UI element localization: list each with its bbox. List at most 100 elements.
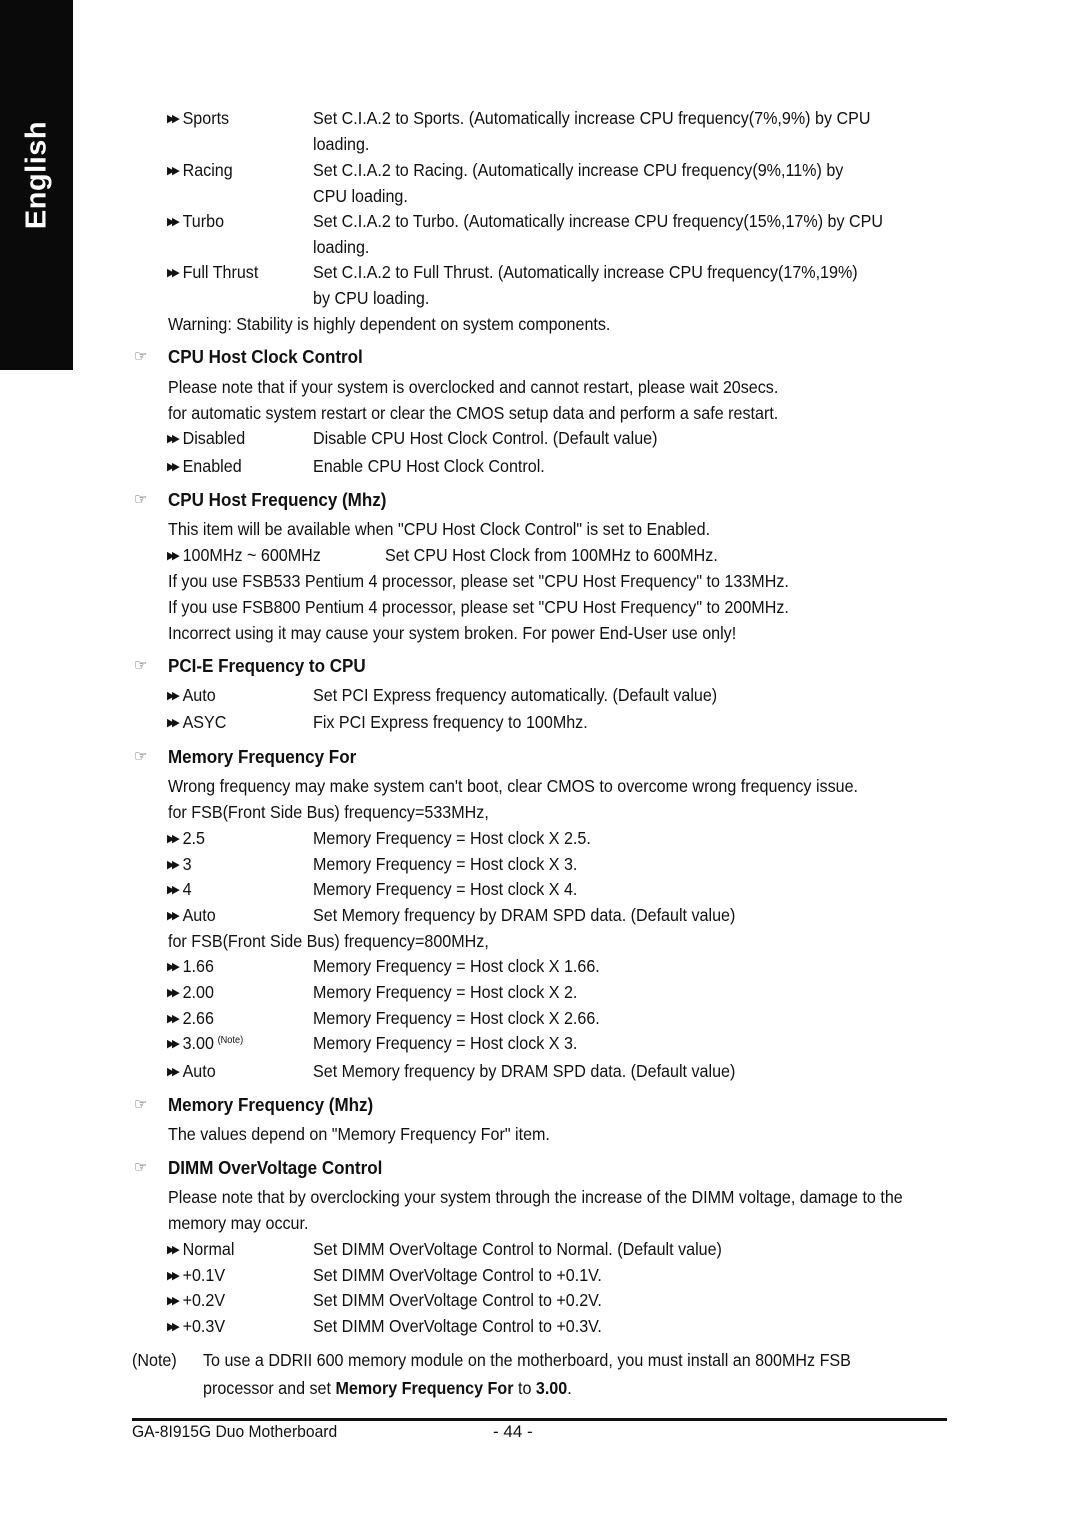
pointing-hand-icon: ☞ xyxy=(134,657,148,674)
pointing-hand-icon: ☞ xyxy=(134,1159,148,1176)
option-description: Set C.I.A.2 to Turbo. (Automatically inc… xyxy=(313,211,884,231)
option-description: Memory Frequency = Host clock X 1.66. xyxy=(313,956,600,976)
double-arrow-icon: ▶▶ xyxy=(167,433,180,445)
option-row: ▶▶ 3.00 (Note) xyxy=(167,1033,243,1054)
pointing-hand-icon: ☞ xyxy=(134,348,148,365)
option-description: Set DIMM OverVoltage Control to Normal. … xyxy=(313,1239,722,1259)
option-description: Set PCI Express frequency automatically.… xyxy=(313,685,718,705)
note-text: processor and set Memory Frequency For t… xyxy=(203,1378,572,1399)
warning-text: Warning: Stability is highly dependent o… xyxy=(168,314,611,334)
double-arrow-icon: ▶▶ xyxy=(167,833,180,845)
fsb-label: for FSB(Front Side Bus) frequency=533MHz… xyxy=(168,802,489,822)
double-arrow-icon: ▶▶ xyxy=(167,165,180,177)
option-name: Enabled xyxy=(182,456,242,476)
section-paragraph: Please note that by overclocking your sy… xyxy=(168,1187,903,1207)
double-arrow-icon: ▶▶ xyxy=(167,690,180,702)
option-description: Memory Frequency = Host clock X 4. xyxy=(313,879,578,899)
pointing-hand-icon: ☞ xyxy=(134,1096,148,1113)
double-arrow-icon: ▶▶ xyxy=(167,267,180,279)
option-description-cont: loading. xyxy=(313,134,370,154)
option-description: Set C.I.A.2 to Sports. (Automatically in… xyxy=(313,108,871,128)
option-row: ▶▶ 2.66 xyxy=(167,1008,214,1029)
option-row: ▶▶ Auto xyxy=(167,685,216,706)
section-heading: Memory Frequency For xyxy=(168,746,357,767)
option-name: ASYC xyxy=(182,712,227,732)
option-name: +0.2V xyxy=(182,1290,226,1310)
option-description: Set DIMM OverVoltage Control to +0.2V. xyxy=(313,1290,602,1310)
option-name: 2.00 xyxy=(182,982,214,1002)
option-row: ▶▶ +0.1V xyxy=(167,1265,225,1286)
double-arrow-icon: ▶▶ xyxy=(167,1270,180,1282)
section-note: If you use FSB533 Pentium 4 processor, p… xyxy=(168,571,789,591)
double-arrow-icon: ▶▶ xyxy=(167,461,180,473)
option-row: ▶▶ Auto xyxy=(167,905,216,926)
section-heading: CPU Host Frequency (Mhz) xyxy=(168,489,387,510)
option-description: Set Memory frequency by DRAM SPD data. (… xyxy=(313,905,736,925)
option-description: Memory Frequency = Host clock X 3. xyxy=(313,1033,578,1053)
option-name: Turbo xyxy=(182,211,225,231)
option-description: Memory Frequency = Host clock X 2.66. xyxy=(313,1008,600,1028)
option-row: ▶▶ ASYC xyxy=(167,712,226,733)
option-row: ▶▶ Sports xyxy=(167,108,229,129)
option-description: Set DIMM OverVoltage Control to +0.1V. xyxy=(313,1265,602,1285)
fsb-label: for FSB(Front Side Bus) frequency=800MHz… xyxy=(168,931,489,951)
option-row: ▶▶ Normal xyxy=(167,1239,234,1260)
option-row: ▶▶ 3 xyxy=(167,854,192,875)
double-arrow-icon: ▶▶ xyxy=(167,961,180,973)
option-name: 1.66 xyxy=(182,956,214,976)
section-paragraph: This item will be available when "CPU Ho… xyxy=(168,519,711,539)
double-arrow-icon: ▶▶ xyxy=(167,1295,180,1307)
option-name: Full Thrust xyxy=(182,262,259,282)
option-row: ▶▶ Disabled xyxy=(167,428,245,449)
section-paragraph: Wrong frequency may make system can't bo… xyxy=(168,776,858,796)
section-paragraph: The values depend on "Memory Frequency F… xyxy=(168,1124,550,1144)
option-row: ▶▶ +0.3V xyxy=(167,1316,225,1337)
double-arrow-icon: ▶▶ xyxy=(167,550,180,562)
pointing-hand-icon: ☞ xyxy=(134,491,148,508)
option-row: ▶▶ 2.5 xyxy=(167,828,205,849)
option-name: +0.1V xyxy=(182,1265,226,1285)
footer-product-name: GA-8I915G Duo Motherboard xyxy=(132,1422,338,1441)
note-emphasis: 3.00 xyxy=(535,1378,568,1398)
option-name: Racing xyxy=(182,160,233,180)
note-fragment: processor and set xyxy=(203,1378,336,1398)
option-description: Set C.I.A.2 to Full Thrust. (Automatical… xyxy=(313,262,858,282)
option-description: Memory Frequency = Host clock X 2. xyxy=(313,982,578,1002)
option-description: Set CPU Host Clock from 100MHz to 600MHz… xyxy=(385,545,718,565)
option-row: ▶▶ Auto xyxy=(167,1061,216,1082)
note-text: To use a DDRII 600 memory module on the … xyxy=(203,1350,851,1370)
double-arrow-icon: ▶▶ xyxy=(167,1038,180,1050)
double-arrow-icon: ▶▶ xyxy=(167,1066,180,1078)
option-name: 2.5 xyxy=(182,828,205,848)
option-name: Sports xyxy=(182,108,230,128)
section-note: If you use FSB800 Pentium 4 processor, p… xyxy=(168,597,789,617)
section-paragraph: memory may occur. xyxy=(168,1213,309,1233)
option-name: Auto xyxy=(182,685,216,705)
option-description: Set Memory frequency by DRAM SPD data. (… xyxy=(313,1061,736,1081)
double-arrow-icon: ▶▶ xyxy=(167,1013,180,1025)
option-name: 2.66 xyxy=(182,1008,214,1028)
option-row: ▶▶ 2.00 xyxy=(167,982,214,1003)
section-heading: DIMM OverVoltage Control xyxy=(168,1157,383,1178)
option-name: Normal xyxy=(182,1239,235,1259)
note-fragment: to xyxy=(513,1378,536,1398)
option-row: ▶▶ +0.2V xyxy=(167,1290,225,1311)
double-arrow-icon: ▶▶ xyxy=(167,859,180,871)
option-description: Memory Frequency = Host clock X 3. xyxy=(313,854,578,874)
section-heading: Memory Frequency (Mhz) xyxy=(168,1094,374,1115)
note-reference: (Note) xyxy=(217,1035,244,1046)
option-description-cont: loading. xyxy=(313,237,370,257)
language-side-tab: English xyxy=(0,0,73,370)
pointing-hand-icon: ☞ xyxy=(134,748,148,765)
section-paragraph: Please note that if your system is overc… xyxy=(168,377,779,397)
option-description: Fix PCI Express frequency to 100Mhz. xyxy=(313,712,588,732)
note-fragment: . xyxy=(567,1378,572,1398)
double-arrow-icon: ▶▶ xyxy=(167,884,180,896)
double-arrow-icon: ▶▶ xyxy=(167,910,180,922)
option-name: 100MHz ~ 600MHz xyxy=(182,545,321,565)
option-row: ▶▶ Enabled xyxy=(167,456,242,477)
option-description-cont: CPU loading. xyxy=(313,186,408,206)
option-name: Auto xyxy=(182,905,216,925)
note-emphasis: Memory Frequency For xyxy=(335,1378,514,1398)
option-name: +0.3V xyxy=(182,1316,226,1336)
